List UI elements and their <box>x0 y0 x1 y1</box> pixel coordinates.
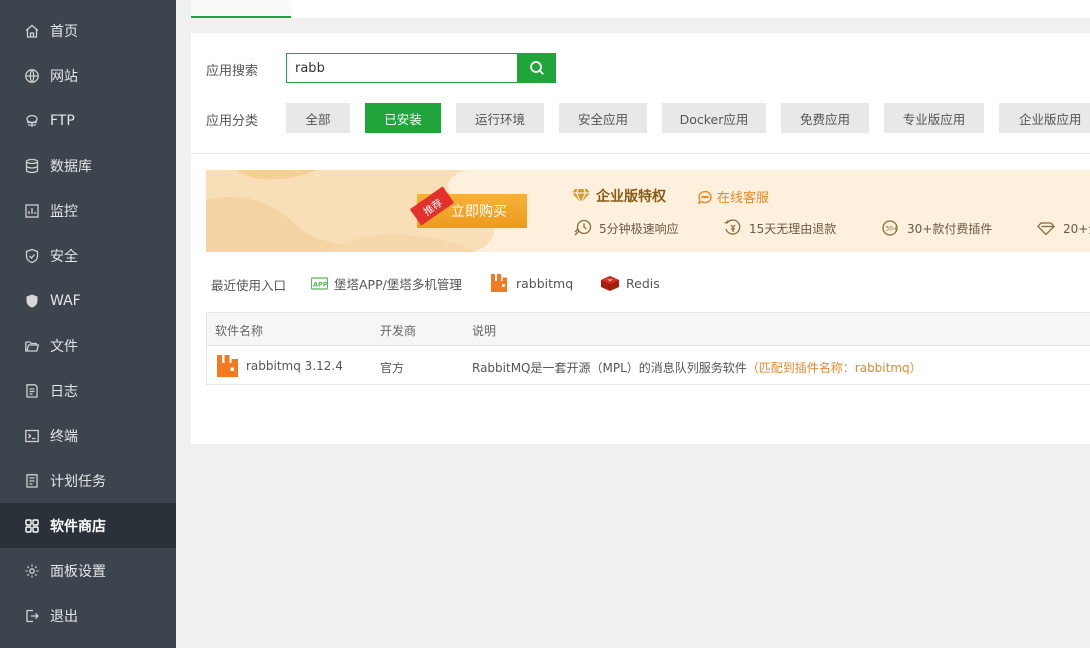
sidebar-item-app-store[interactable]: 软件商店 <box>0 503 176 548</box>
software-name: rabbitmq 3.12.4 <box>246 359 343 373</box>
search-button[interactable] <box>517 53 556 83</box>
enterprise-banner <box>206 170 1090 252</box>
recent-item-rabbitmq[interactable]: rabbitmq <box>490 272 573 294</box>
shield-icon <box>23 247 41 265</box>
recent-label: 最近使用入口 <box>211 278 287 293</box>
sidebar-item-logout[interactable]: 退出 <box>0 593 176 638</box>
online-service-link[interactable]: 在线客服 <box>697 187 769 206</box>
divider <box>191 153 1090 154</box>
search-icon <box>529 61 544 75</box>
tab-app-store[interactable] <box>191 0 291 18</box>
diamond-outline-icon <box>1037 222 1055 236</box>
sidebar-item-label: 网站 <box>50 68 78 85</box>
column-header-developer: 开发商 <box>380 324 417 338</box>
sidebar-item-label: 监控 <box>50 203 78 220</box>
diamond-icon <box>572 188 590 204</box>
sidebar-item-monitor[interactable]: 监控 <box>0 188 176 233</box>
column-header-name: 软件名称 <box>215 324 264 338</box>
sidebar-item-label: 计划任务 <box>50 473 106 490</box>
home-icon <box>23 22 41 40</box>
perk-more: 20+企 <box>1037 219 1090 237</box>
refund-icon <box>724 219 741 235</box>
rabbitmq-icon <box>491 274 507 292</box>
svg-text:30+: 30+ <box>885 226 898 233</box>
description-text: RabbitMQ是一套开源（MPL）的消息队列服务软件 <box>472 361 747 375</box>
sidebar-item-security[interactable]: 安全 <box>0 233 176 278</box>
software-name-cell[interactable]: rabbitmq 3.12.4 <box>216 354 343 378</box>
database-icon <box>23 157 41 175</box>
category-security[interactable]: 安全应用 <box>559 103 647 133</box>
column-header-description: 说明 <box>472 324 497 338</box>
category-enterprise[interactable]: 企业版应用 <box>999 103 1090 133</box>
log-icon <box>23 382 41 400</box>
rabbitmq-icon <box>217 355 238 377</box>
category-label: 应用分类 <box>206 114 259 129</box>
monitor-icon <box>23 202 41 220</box>
sidebar-item-label: 日志 <box>50 383 78 400</box>
sidebar-item-label: 安全 <box>50 248 78 265</box>
category-pro[interactable]: 专业版应用 <box>884 103 984 133</box>
gear-icon <box>23 562 41 580</box>
software-table: 软件名称 开发商 说明 rabbitmq 3.12.4 官方 RabbitMQ是… <box>206 312 1090 385</box>
match-note: （匹配到插件名称：rabbitmq） <box>746 361 922 375</box>
sidebar-item-label: WAF <box>50 292 81 309</box>
redis-icon <box>601 276 619 291</box>
perk-fast-response: 5分钟极速响应 <box>573 219 679 237</box>
category-docker[interactable]: Docker应用 <box>662 103 766 133</box>
svg-text:APP: APP <box>313 280 328 288</box>
sidebar-item-waf[interactable]: WAF <box>0 278 176 323</box>
table-header: 软件名称 开发商 说明 <box>207 313 1090 346</box>
ftp-icon <box>23 112 41 130</box>
category-free[interactable]: 免费应用 <box>781 103 869 133</box>
sidebar-item-label: 文件 <box>50 338 78 355</box>
category-all[interactable]: 全部 <box>286 103 350 133</box>
clock-icon <box>23 472 41 490</box>
sidebar-item-terminal[interactable]: 终端 <box>0 413 176 458</box>
plugin-icon: 30+ <box>882 220 898 236</box>
sidebar-item-label: 首页 <box>50 23 78 40</box>
sidebar-item-label: 退出 <box>50 608 78 625</box>
globe-icon <box>23 67 41 85</box>
perk-refund: 15天无理由退款 <box>723 219 836 237</box>
sidebar-item-label: 面板设置 <box>50 563 106 580</box>
description-cell: RabbitMQ是一套开源（MPL）的消息队列服务软件（匹配到插件名称：rabb… <box>472 359 922 376</box>
clock-icon <box>574 219 592 236</box>
sidebar-item-label: 终端 <box>50 428 78 445</box>
search-label: 应用搜索 <box>206 64 259 79</box>
recent-item-bt-app[interactable]: APP 堡塔APP/堡塔多机管理 <box>311 272 462 294</box>
sidebar-item-files[interactable]: 文件 <box>0 323 176 368</box>
app-icon: APP <box>311 276 328 290</box>
folder-icon <box>23 337 41 355</box>
sidebar-item-label: FTP <box>50 112 75 129</box>
chat-icon <box>697 190 712 204</box>
category-installed[interactable]: 已安装 <box>365 103 441 133</box>
category-runtime[interactable]: 运行环境 <box>456 103 544 133</box>
recent-item-redis[interactable]: Redis <box>600 272 660 294</box>
waf-shield-icon <box>23 292 41 310</box>
developer-cell: 官方 <box>380 361 405 375</box>
sidebar: 首页 网站 FTP 数据库 监控 安全 WAF 文件 日志 终端 计划任务 软件… <box>0 0 176 648</box>
sidebar-item-website[interactable]: 网站 <box>0 53 176 98</box>
sidebar-item-logs[interactable]: 日志 <box>0 368 176 413</box>
sidebar-item-label: 软件商店 <box>50 518 106 535</box>
sidebar-item-home[interactable]: 首页 <box>0 8 176 53</box>
grid-icon <box>23 517 41 535</box>
sidebar-item-database[interactable]: 数据库 <box>0 143 176 188</box>
logout-icon <box>23 607 41 625</box>
sidebar-item-cron[interactable]: 计划任务 <box>0 458 176 503</box>
enterprise-title: 企业版特权 <box>572 186 666 206</box>
sidebar-item-label: 数据库 <box>50 158 92 175</box>
perk-plugins: 30+ 30+款付费插件 <box>881 219 992 237</box>
sidebar-item-ftp[interactable]: FTP <box>0 98 176 143</box>
terminal-icon <box>23 427 41 445</box>
search-input[interactable] <box>286 53 518 83</box>
top-tab-card <box>191 0 1090 18</box>
sidebar-item-settings[interactable]: 面板设置 <box>0 548 176 593</box>
